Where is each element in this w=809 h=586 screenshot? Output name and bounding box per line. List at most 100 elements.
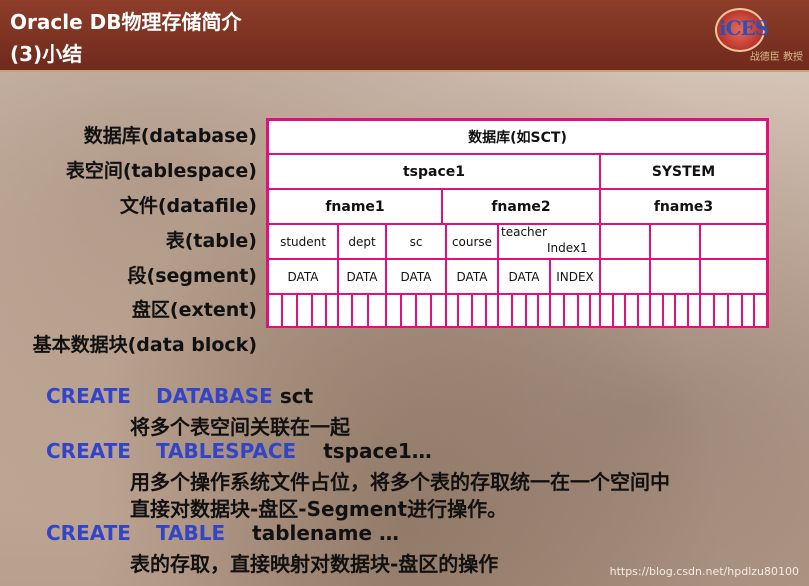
data-block (600, 294, 613, 328)
data-block (512, 294, 526, 328)
data-block (675, 294, 688, 328)
cell-empty (600, 224, 650, 259)
statement-2-desc: 直接对数据块-盘区-Segment进行操作。 (130, 497, 508, 521)
data-block (613, 294, 625, 328)
author-name: 战德臣 教授 (749, 52, 803, 63)
statement-2: CREATE TABLESPACE tspace1… (46, 439, 432, 463)
data-block (538, 294, 550, 328)
cell-datafile: fname1 (268, 189, 442, 224)
data-block (297, 294, 312, 328)
slide-subtitle: (3)小结 (10, 42, 83, 66)
storage-structure-diagram: 数据库(如SCT) tspace1 SYSTEM fname1 fname2 f… (266, 118, 769, 328)
segment-type: DATA (456, 269, 488, 284)
label-extent: 盘区(extent) (131, 299, 257, 321)
data-block (352, 294, 368, 328)
cell-segment: DATA (268, 259, 338, 294)
cell-empty (600, 259, 650, 294)
keyword: TABLE (155, 521, 226, 545)
data-block (754, 294, 767, 328)
data-block (338, 294, 352, 328)
data-block (590, 294, 600, 328)
data-block (578, 294, 590, 328)
data-block (326, 294, 338, 328)
cell-table: dept (338, 224, 386, 259)
data-block (550, 294, 564, 328)
cell-table: course (446, 224, 498, 259)
data-block (416, 294, 431, 328)
cell-datafile: fname3 (600, 189, 767, 224)
data-block (663, 294, 675, 328)
title-divider (0, 70, 809, 72)
data-block (526, 294, 538, 328)
cell-empty (700, 259, 767, 294)
cell-tablespace: tspace1 (268, 154, 600, 189)
cell-segment: INDEX (550, 259, 600, 294)
ices-logo: iCES 战德臣 教授 (713, 4, 803, 64)
segment-type: DATA (508, 269, 540, 284)
cell-segment: DATA (498, 259, 550, 294)
cell-table: student (268, 224, 338, 259)
label-segment: 段(segment) (127, 265, 257, 287)
slide-title: Oracle DB物理存储简介 (10, 10, 242, 34)
table-name: student (280, 234, 326, 249)
logo-text: iCES (719, 16, 769, 40)
data-block (650, 294, 663, 328)
data-block (282, 294, 297, 328)
statement-1-desc: 将多个表空间关联在一起 (130, 415, 350, 439)
data-block (472, 294, 486, 328)
keyword: CREATE (46, 384, 131, 408)
keyword: TABLESPACE (155, 439, 297, 463)
segment-type: INDEX (556, 269, 594, 284)
label-database: 数据库(database) (83, 125, 257, 147)
cell-segment: DATA (338, 259, 386, 294)
data-block (431, 294, 446, 328)
data-block (386, 294, 401, 328)
data-block (714, 294, 728, 328)
data-block (401, 294, 416, 328)
argument: sct (279, 384, 314, 408)
statement-1: CREATE DATABASE sct (46, 384, 313, 408)
statement-3-desc: 表的存取，直接映射对数据块-盘区的操作 (130, 552, 499, 576)
segment-type: DATA (400, 269, 432, 284)
data-block (368, 294, 386, 328)
segment-type: DATA (346, 269, 378, 284)
cell-empty (650, 259, 700, 294)
data-block (638, 294, 650, 328)
cell-tablespace: SYSTEM (600, 154, 767, 189)
table-name: teacher (501, 225, 547, 239)
cell-table: sc (386, 224, 446, 259)
data-block (625, 294, 638, 328)
data-block (312, 294, 326, 328)
data-block (742, 294, 754, 328)
label-table: 表(table) (165, 230, 257, 252)
cell-table: teacher Index1 (498, 224, 600, 259)
extent-block-row (268, 294, 767, 328)
table-name: dept (348, 234, 376, 249)
cell-empty (700, 224, 767, 259)
argument: tablename … (252, 521, 400, 545)
statement-3: CREATE TABLE tablename … (46, 521, 399, 545)
keyword: CREATE (46, 521, 131, 545)
cell-empty (650, 224, 700, 259)
cell-segment: DATA (446, 259, 498, 294)
label-tablespace: 表空间(tablespace) (65, 160, 257, 182)
table-name: sc (409, 234, 423, 249)
table-name: course (451, 234, 493, 249)
data-block (268, 294, 282, 328)
data-block (458, 294, 472, 328)
data-block (688, 294, 700, 328)
data-block (498, 294, 512, 328)
data-block (486, 294, 498, 328)
data-block (700, 294, 714, 328)
data-block (564, 294, 578, 328)
data-block (446, 294, 458, 328)
keyword: DATABASE (155, 384, 273, 408)
segment-type: DATA (287, 269, 319, 284)
data-block (728, 294, 742, 328)
watermark: https://blog.csdn.net/hpdlzu80100 (609, 565, 799, 578)
cell-datafile: fname2 (442, 189, 600, 224)
keyword: CREATE (46, 439, 131, 463)
cell-segment: DATA (386, 259, 446, 294)
argument: tspace1… (323, 439, 432, 463)
index-name: Index1 (547, 241, 588, 255)
